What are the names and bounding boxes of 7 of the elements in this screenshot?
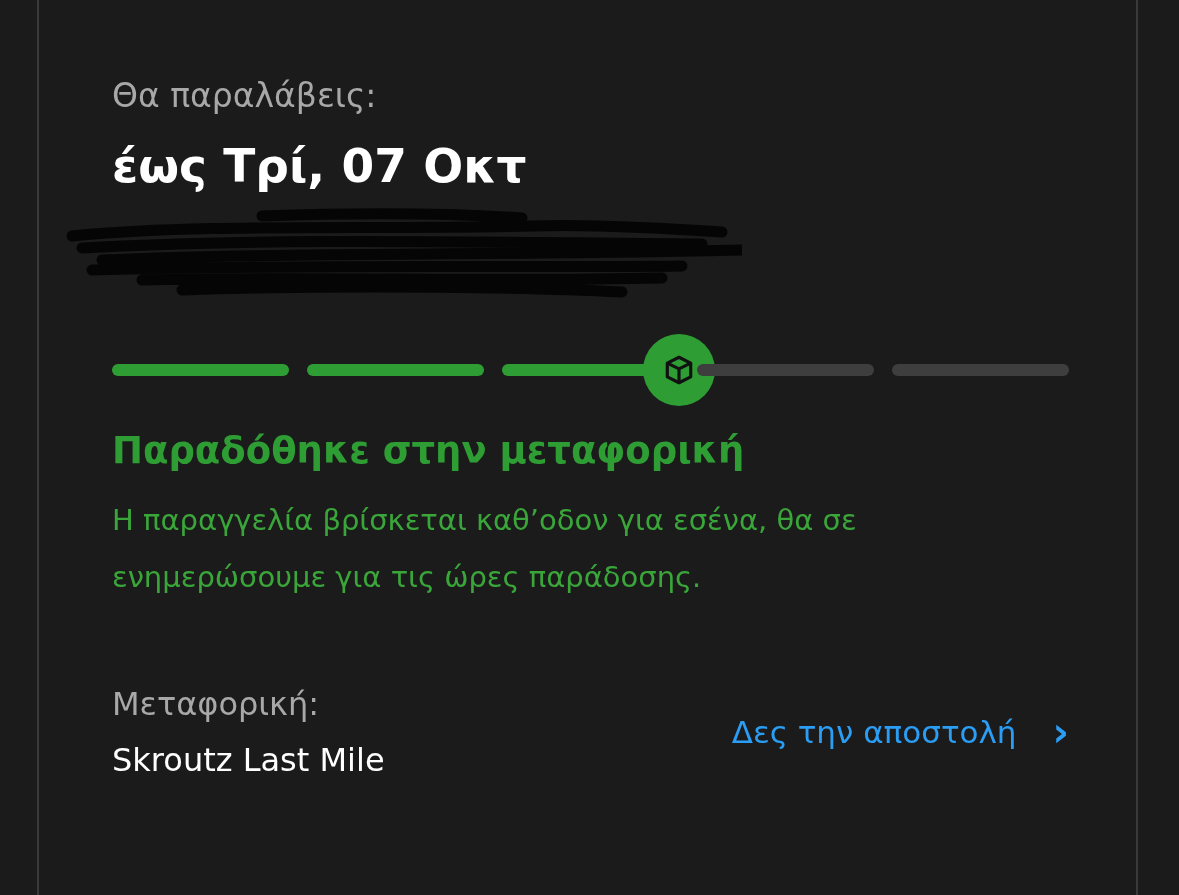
carrier-label: Μεταφορική: (112, 684, 320, 725)
delivery-label: Θα παραλάβεις: (112, 75, 378, 117)
status-title: Παραδόθηκε στην μεταφορική (112, 428, 746, 474)
status-description: Η παραγγελία βρίσκεται καθ’οδον για εσένα, θα σε ενημερώσουμε για τις ώρες παράδοσης. (112, 502, 858, 596)
carrier-name: Skroutz Last Mile (112, 740, 386, 781)
view-shipment-link[interactable]: Δες την αποστολή › (731, 712, 1069, 752)
delivery-date: έως Τρί, 07 Οκτ (112, 137, 528, 195)
